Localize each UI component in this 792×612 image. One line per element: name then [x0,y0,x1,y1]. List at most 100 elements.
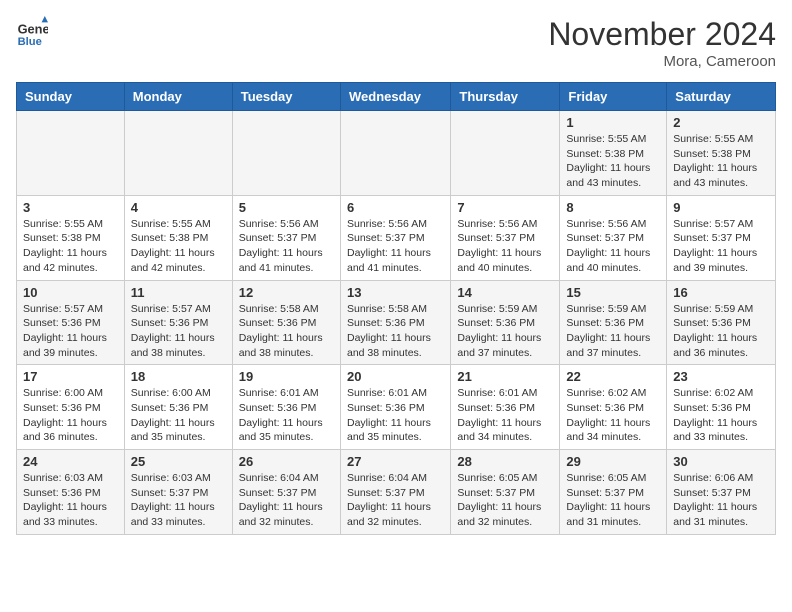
calendar-day-cell: 1 Sunrise: 5:55 AM Sunset: 5:38 PM Daylig… [560,111,667,196]
day-info: Sunrise: 6:06 AM Sunset: 5:37 PM Dayligh… [673,471,769,530]
day-number: 26 [239,454,334,469]
day-number: 6 [347,200,444,215]
day-number: 15 [566,285,660,300]
day-number: 27 [347,454,444,469]
day-info: Sunrise: 6:03 AM Sunset: 5:36 PM Dayligh… [23,471,118,530]
day-info: Sunrise: 5:56 AM Sunset: 5:37 PM Dayligh… [347,217,444,276]
calendar-week-row: 1 Sunrise: 5:55 AM Sunset: 5:38 PM Daylig… [17,111,776,196]
calendar-day-cell: 18Sunrise: 6:00 AM Sunset: 5:36 PM Dayli… [124,365,232,450]
day-number: 13 [347,285,444,300]
calendar-day-cell: 22 Sunrise: 6:02 AM Sunset: 5:36 PM Dayli… [560,365,667,450]
day-number: 11 [131,285,226,300]
day-number: 16 [673,285,769,300]
calendar-week-row: 17 Sunrise: 6:00 AM Sunset: 5:36 PM Dayli… [17,365,776,450]
day-number: 3 [23,200,118,215]
calendar-day-cell: 27 Sunrise: 6:04 AM Sunset: 5:37 PM Dayli… [340,450,450,535]
day-number: 19 [239,369,334,384]
day-info: Sunrise: 5:56 AM Sunset: 5:37 PM Dayligh… [239,217,334,276]
calendar-day-cell: 25Sunrise: 6:03 AM Sunset: 5:37 PM Dayli… [124,450,232,535]
calendar-day-cell: 8Sunrise: 5:56 AM Sunset: 5:37 PM Daylig… [560,195,667,280]
calendar-day-cell: 29 Sunrise: 6:05 AM Sunset: 5:37 PM Dayli… [560,450,667,535]
weekday-header: Wednesday [340,83,450,111]
calendar-table: SundayMondayTuesdayWednesdayThursdayFrid… [16,82,776,535]
day-info: Sunrise: 6:00 AM Sunset: 5:36 PM Dayligh… [131,386,226,445]
calendar-day-cell: 21Sunrise: 6:01 AM Sunset: 5:36 PM Dayli… [451,365,560,450]
svg-text:Blue: Blue [18,36,42,48]
day-number: 30 [673,454,769,469]
calendar-day-cell [124,111,232,196]
day-number: 5 [239,200,334,215]
day-number: 7 [457,200,553,215]
calendar-week-row: 24 Sunrise: 6:03 AM Sunset: 5:36 PM Dayli… [17,450,776,535]
day-number: 22 [566,369,660,384]
calendar-day-cell [232,111,340,196]
day-info: Sunrise: 5:55 AM Sunset: 5:38 PM Dayligh… [673,132,769,191]
weekday-header: Thursday [451,83,560,111]
calendar-day-cell: 5 Sunrise: 5:56 AM Sunset: 5:37 PM Daylig… [232,195,340,280]
day-info: Sunrise: 5:57 AM Sunset: 5:36 PM Dayligh… [23,302,118,361]
day-number: 2 [673,115,769,130]
calendar-day-cell: 9Sunrise: 5:57 AM Sunset: 5:37 PM Daylig… [667,195,776,280]
calendar-day-cell [451,111,560,196]
page-header: General Blue November 2024 Mora, Cameroo… [16,16,776,70]
calendar-header-row: SundayMondayTuesdayWednesdayThursdayFrid… [17,83,776,111]
day-info: Sunrise: 6:01 AM Sunset: 5:36 PM Dayligh… [239,386,334,445]
day-info: Sunrise: 6:04 AM Sunset: 5:37 PM Dayligh… [239,471,334,530]
calendar-day-cell: 15 Sunrise: 5:59 AM Sunset: 5:36 PM Dayli… [560,280,667,365]
day-info: Sunrise: 6:02 AM Sunset: 5:36 PM Dayligh… [673,386,769,445]
calendar-day-cell: 2 Sunrise: 5:55 AM Sunset: 5:38 PM Daylig… [667,111,776,196]
day-number: 8 [566,200,660,215]
calendar-day-cell: 20Sunrise: 6:01 AM Sunset: 5:36 PM Dayli… [340,365,450,450]
day-number: 10 [23,285,118,300]
weekday-header: Sunday [17,83,125,111]
day-number: 12 [239,285,334,300]
day-info: Sunrise: 5:59 AM Sunset: 5:36 PM Dayligh… [457,302,553,361]
day-info: Sunrise: 6:02 AM Sunset: 5:36 PM Dayligh… [566,386,660,445]
logo-icon: General Blue [16,16,48,48]
weekday-header: Tuesday [232,83,340,111]
logo: General Blue [16,16,48,48]
calendar-day-cell: 19 Sunrise: 6:01 AM Sunset: 5:36 PM Dayli… [232,365,340,450]
day-info: Sunrise: 5:57 AM Sunset: 5:37 PM Dayligh… [673,217,769,276]
calendar-day-cell: 3 Sunrise: 5:55 AM Sunset: 5:38 PM Daylig… [17,195,125,280]
weekday-header: Saturday [667,83,776,111]
calendar-day-cell [17,111,125,196]
day-info: Sunrise: 6:05 AM Sunset: 5:37 PM Dayligh… [457,471,553,530]
calendar-day-cell: 6 Sunrise: 5:56 AM Sunset: 5:37 PM Daylig… [340,195,450,280]
day-info: Sunrise: 5:57 AM Sunset: 5:36 PM Dayligh… [131,302,226,361]
day-info: Sunrise: 6:03 AM Sunset: 5:37 PM Dayligh… [131,471,226,530]
day-info: Sunrise: 6:01 AM Sunset: 5:36 PM Dayligh… [457,386,553,445]
day-number: 29 [566,454,660,469]
calendar-day-cell [340,111,450,196]
calendar-day-cell: 24 Sunrise: 6:03 AM Sunset: 5:36 PM Dayli… [17,450,125,535]
calendar-week-row: 10 Sunrise: 5:57 AM Sunset: 5:36 PM Dayli… [17,280,776,365]
calendar-day-cell: 13Sunrise: 5:58 AM Sunset: 5:36 PM Dayli… [340,280,450,365]
day-info: Sunrise: 5:59 AM Sunset: 5:36 PM Dayligh… [673,302,769,361]
day-info: Sunrise: 5:55 AM Sunset: 5:38 PM Dayligh… [131,217,226,276]
calendar-day-cell: 16 Sunrise: 5:59 AM Sunset: 5:36 PM Dayli… [667,280,776,365]
day-info: Sunrise: 5:59 AM Sunset: 5:36 PM Dayligh… [566,302,660,361]
calendar-day-cell: 30 Sunrise: 6:06 AM Sunset: 5:37 PM Dayli… [667,450,776,535]
day-number: 23 [673,369,769,384]
day-info: Sunrise: 6:04 AM Sunset: 5:37 PM Dayligh… [347,471,444,530]
calendar-day-cell: 4Sunrise: 5:55 AM Sunset: 5:38 PM Daylig… [124,195,232,280]
day-info: Sunrise: 5:55 AM Sunset: 5:38 PM Dayligh… [566,132,660,191]
calendar-week-row: 3 Sunrise: 5:55 AM Sunset: 5:38 PM Daylig… [17,195,776,280]
day-info: Sunrise: 6:01 AM Sunset: 5:36 PM Dayligh… [347,386,444,445]
day-info: Sunrise: 5:55 AM Sunset: 5:38 PM Dayligh… [23,217,118,276]
location: Mora, Cameroon [548,53,776,70]
day-number: 14 [457,285,553,300]
day-info: Sunrise: 6:00 AM Sunset: 5:36 PM Dayligh… [23,386,118,445]
day-info: Sunrise: 5:58 AM Sunset: 5:36 PM Dayligh… [239,302,334,361]
day-number: 24 [23,454,118,469]
title-block: November 2024 Mora, Cameroon [548,16,776,70]
day-info: Sunrise: 5:56 AM Sunset: 5:37 PM Dayligh… [457,217,553,276]
calendar-day-cell: 28 Sunrise: 6:05 AM Sunset: 5:37 PM Dayli… [451,450,560,535]
month-title: November 2024 [548,16,776,53]
day-info: Sunrise: 6:05 AM Sunset: 5:37 PM Dayligh… [566,471,660,530]
calendar-day-cell: 10 Sunrise: 5:57 AM Sunset: 5:36 PM Dayli… [17,280,125,365]
weekday-header: Monday [124,83,232,111]
day-number: 28 [457,454,553,469]
day-number: 1 [566,115,660,130]
day-number: 17 [23,369,118,384]
